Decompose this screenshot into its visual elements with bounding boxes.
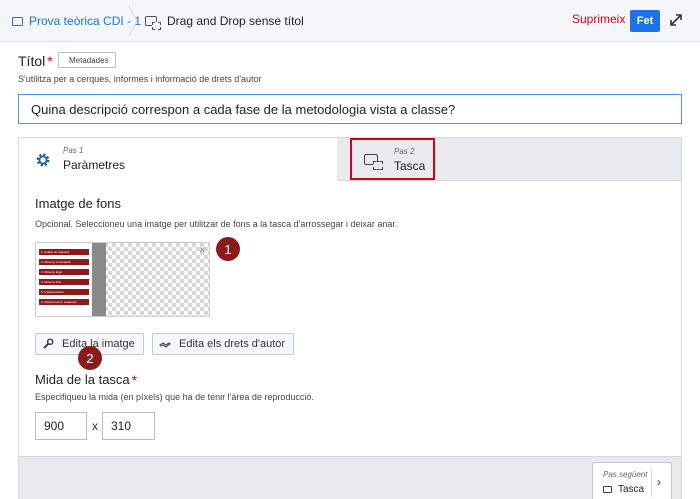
breadcrumb-content-label: Drag and Drop sense títol <box>167 14 304 28</box>
task-size-title: Mida de la tasca * <box>35 372 137 388</box>
edit-copyright-button[interactable]: Edita els drets d'autor <box>152 333 295 355</box>
next-step-sub: Pas següent <box>603 470 648 479</box>
drag-drop-icon <box>603 486 612 493</box>
thumbnail-item: 4. Disseny físic <box>39 279 89 285</box>
wizard-steps: Pas 1 Paràmetres Pas 2 Tasca <box>19 138 681 181</box>
background-image-title: Imatge de fons <box>35 196 121 211</box>
thumbnail-item: 1. Anàlisi de requisits <box>39 249 89 255</box>
step1-sub: Pas 1 <box>63 146 84 155</box>
thumbnail-item: 2. Disseny conceptual <box>39 259 89 265</box>
annotation-marker-2: 2 <box>78 346 102 370</box>
task-width-input[interactable] <box>35 412 87 440</box>
remove-image-icon[interactable]: ✕ <box>198 245 206 256</box>
thumbnail-item: 5. Implementació <box>39 289 89 295</box>
step1-label: Paràmetres <box>63 158 126 172</box>
wrench-icon <box>43 338 54 349</box>
tab-task[interactable]: Pas 2 Tasca <box>350 138 435 180</box>
edit-copyright-label: Edita els drets d'autor <box>179 338 286 350</box>
wizard-panel: Pas 1 Paràmetres Pas 2 Tasca Imatge de f… <box>18 137 682 499</box>
next-step-divider <box>651 469 652 497</box>
next-step-label: Tasca <box>618 484 645 495</box>
monitor-icon <box>12 16 23 26</box>
metadata-button[interactable]: Metadades <box>58 52 116 68</box>
thumbnail-list: 1. Anàlisi de requisits 2. Disseny conce… <box>36 243 92 316</box>
gear-icon <box>36 153 50 167</box>
thumbnail-item: 6. Manteniment i avaluació <box>39 299 89 305</box>
delete-button[interactable]: Suprimeix <box>572 12 625 26</box>
title-input[interactable] <box>18 94 682 124</box>
annotation-marker-1: 1 <box>216 237 240 261</box>
title-label-text: Títol <box>18 53 46 69</box>
required-mark: * <box>47 53 53 69</box>
breadcrumb-course[interactable]: Prova teòrica CDI - 1 <box>12 12 141 30</box>
wizard-footer: Pas següent Tasca › <box>19 456 681 499</box>
chevron-right-icon: › <box>657 475 661 489</box>
expand-icon[interactable] <box>668 12 684 28</box>
drag-drop-icon <box>145 16 161 30</box>
thumbnail-divider <box>92 243 106 316</box>
times-symbol: x <box>92 419 98 433</box>
task-size-help: Especifiqueu la mida (en píxels) que ha … <box>35 392 314 402</box>
breadcrumb-content: Drag and Drop sense títol <box>145 12 304 30</box>
drag-drop-icon <box>364 154 383 170</box>
title-help: S'utilitza per a cerques, informes i inf… <box>18 74 262 84</box>
edit-image-label: Edita la imatge <box>62 338 135 350</box>
step2-sub: Pas 2 <box>394 147 415 156</box>
required-mark: * <box>131 372 138 388</box>
next-step-main: Tasca <box>603 484 644 495</box>
breadcrumb-course-label: Prova teòrica CDI - 1 <box>29 14 142 28</box>
thumbnail-item: 3. Disseny lògic <box>39 269 89 275</box>
task-height-input[interactable] <box>102 412 155 440</box>
task-size-title-text: Mida de la tasca <box>35 372 130 387</box>
background-image-thumbnail[interactable]: 1. Anàlisi de requisits 2. Disseny conce… <box>35 242 210 317</box>
step2-label: Tasca <box>394 159 426 173</box>
tab-parameters[interactable]: Pas 1 Paràmetres <box>19 138 337 181</box>
top-bar: Prova teòrica CDI - 1 Drag and Drop sens… <box>0 0 700 42</box>
breadcrumb-separator-icon <box>128 6 138 36</box>
next-step-button[interactable]: Pas següent Tasca › <box>592 462 672 499</box>
title-label: Títol * <box>18 53 53 69</box>
done-button[interactable]: Fet <box>630 10 660 32</box>
metadata-label: Metadades <box>69 55 109 65</box>
background-image-help: Opcional. Seleccioneu una imatge per uti… <box>35 219 398 229</box>
handshake-icon <box>159 342 171 348</box>
